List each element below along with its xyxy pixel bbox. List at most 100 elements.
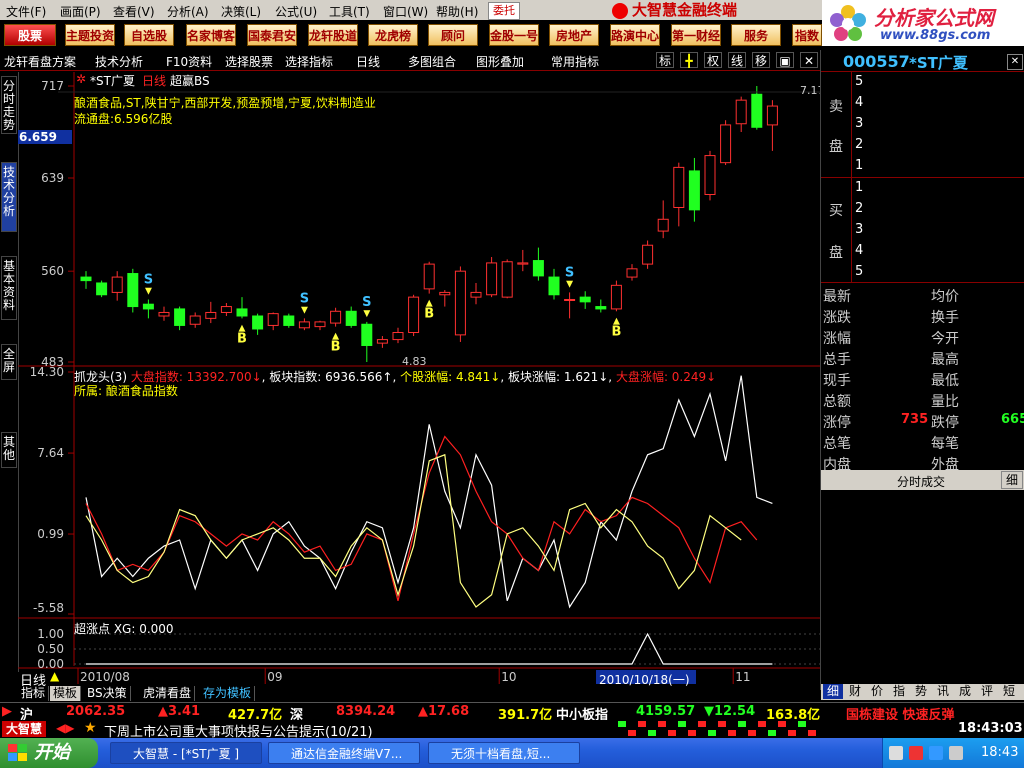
crosshair-icon[interactable]: ╋ (680, 52, 698, 68)
candle-body (408, 296, 420, 334)
stat-label: 涨跌 (823, 310, 851, 326)
buy-level-num: 2 (855, 201, 864, 216)
tab-f10[interactable]: F10资料 (166, 53, 212, 70)
quote-tab[interactable]: 成 (955, 684, 975, 699)
task-dzh[interactable]: 大智慧 - [*ST广夏 ] (110, 742, 262, 764)
vtab-fullscreen[interactable]: 全屏 (1, 344, 17, 380)
tick-trades-header[interactable]: 分时成交 细 (821, 470, 1024, 490)
btab-huqing[interactable]: 虎清看盘 (140, 686, 196, 701)
tb-watchlist[interactable]: 自选股 (124, 24, 174, 46)
menu-view[interactable]: 查看(V) (113, 3, 155, 20)
quote-tab[interactable]: 财 (845, 684, 865, 699)
shield-icon[interactable] (929, 746, 943, 760)
quote-tab[interactable]: 价 (867, 684, 887, 699)
btab-template[interactable]: 模板 (50, 686, 82, 701)
tb-yicai[interactable]: 第一财经 (671, 24, 721, 46)
menu-decision[interactable]: 决策(L) (221, 3, 261, 20)
btab-bs[interactable]: BS决策 (84, 686, 131, 701)
vtab-intraday[interactable]: 分时走势 (1, 76, 17, 134)
tab-daily[interactable]: 日线 (356, 53, 380, 70)
tb-advisor[interactable]: 顾问 (428, 24, 478, 46)
sell-level-num: 1 (855, 158, 864, 173)
menu-screen[interactable]: 画面(P) (60, 3, 101, 20)
weituo-button[interactable]: 委托 (488, 2, 520, 20)
menu-file[interactable]: 文件(F) (6, 3, 46, 20)
btab-save-template[interactable]: 存为模板 (200, 686, 256, 701)
menu-tools[interactable]: 工具(T) (329, 3, 370, 20)
stat-label: 总额 (823, 394, 851, 410)
tb-longxuan[interactable]: 龙轩股道 (308, 24, 358, 46)
btn-mark[interactable]: 标 (656, 52, 674, 68)
tab-scheme[interactable]: 龙轩看盘方案 (4, 53, 76, 70)
sell-label-a: 卖 (829, 99, 843, 115)
btn-line[interactable]: 线 (728, 52, 746, 68)
candle-body (439, 291, 451, 296)
menu-help[interactable]: 帮助(H) (436, 3, 478, 20)
close-icon[interactable]: ✕ (800, 52, 818, 68)
vtab-basic[interactable]: 基本资料 (1, 256, 17, 320)
vtab-other[interactable]: 其他 (1, 432, 17, 468)
tab-multi[interactable]: 多图组合 (408, 53, 456, 70)
quote-tab[interactable]: 讯 (933, 684, 953, 699)
btn-move[interactable]: 移 (752, 52, 770, 68)
speaker-icon[interactable] (949, 746, 963, 760)
quote-tab[interactable]: 细 (823, 684, 843, 699)
tab-tech[interactable]: 技术分析 (95, 53, 143, 70)
news-prev-icon[interactable]: ◀▶ (56, 721, 74, 735)
stat-label: 外盘 (931, 457, 959, 473)
tb-theme[interactable]: 主题投资 (65, 24, 115, 46)
btn-rights[interactable]: 权 (704, 52, 722, 68)
buy-signal-label: B (424, 307, 434, 322)
info-float: 流通盘:6.596亿股 (74, 112, 173, 126)
tb-index[interactable]: 指数 (792, 24, 822, 46)
tick-bar (768, 730, 776, 736)
tab-overlay[interactable]: 图形叠加 (476, 53, 524, 70)
tick-bar (798, 721, 806, 727)
menu-window[interactable]: 窗口(W) (383, 3, 428, 20)
window-icon[interactable]: ▣ (776, 52, 794, 68)
tb-lhb[interactable]: 龙虎榜 (368, 24, 418, 46)
info-concepts: 酿酒食品,ST,陕甘宁,西部开发,预盈预增,宁夏,饮料制造业 (74, 96, 376, 110)
tb-service[interactable]: 服务 (731, 24, 781, 46)
quote-tab[interactable]: 指 (889, 684, 909, 699)
tb-stock[interactable]: 股票 (4, 24, 56, 46)
index-bar: ▶ 沪 2062.35 ▲3.41 427.7亿 深 8394.24 ▲17.6… (0, 702, 1024, 723)
tb-gtja[interactable]: 国泰君安 (247, 24, 297, 46)
task-browser[interactable]: 无须十档看盘,短... (428, 742, 580, 764)
tab-select-stock[interactable]: 选择股票 (225, 53, 273, 70)
tb-blog[interactable]: 名家博客 (186, 24, 236, 46)
period-up-icon[interactable]: ▲ (50, 669, 59, 683)
menu-analysis[interactable]: 分析(A) (167, 3, 209, 20)
task-tdx[interactable]: 通达信金融终端V7... (268, 742, 420, 764)
panel-close-icon[interactable]: ✕ (1007, 54, 1023, 70)
sell-signal-label: S (565, 265, 574, 280)
stat-label: 量比 (931, 394, 959, 410)
sell-level-num: 3 (855, 116, 864, 131)
candle-body (80, 276, 92, 282)
candle-body (314, 321, 326, 328)
candle-body (720, 124, 732, 164)
detail-button[interactable]: 细 (1001, 471, 1023, 489)
app-tray-icon[interactable] (909, 746, 923, 760)
candle-body (205, 311, 217, 319)
chart-area[interactable]: 717 639 560 483 S ▼ S ▼ ▲ B ▲ B S ▼ ▲ B S ▼ ▲ B 14.30 7.64 0… (18, 72, 825, 687)
sub1-sector-change: 板块涨幅: 1.621↓ (508, 370, 609, 384)
tb-realestate[interactable]: 房地产 (549, 24, 599, 46)
quote-tab[interactable]: 评 (977, 684, 997, 699)
quote-tab[interactable]: 短 (999, 684, 1019, 699)
x-month-label: 09 (267, 670, 282, 684)
x-month-label: 11 (735, 670, 750, 684)
tb-roadshow[interactable]: 路演中心 (610, 24, 660, 46)
candle-body (189, 315, 201, 325)
tick-bar (678, 721, 686, 727)
tick-bar (638, 721, 646, 727)
menu-formula[interactable]: 公式(U) (275, 3, 317, 20)
stat-label: 最低 (931, 373, 959, 389)
period-daily[interactable]: 日线 (20, 670, 46, 689)
tab-common-ind[interactable]: 常用指标 (551, 53, 599, 70)
vtab-tech[interactable]: 技术分析 (1, 162, 17, 232)
quote-tab[interactable]: 势 (911, 684, 931, 699)
tb-gold[interactable]: 金股一号 (489, 24, 539, 46)
mail-icon[interactable] (889, 746, 903, 760)
tab-select-indicator[interactable]: 选择指标 (285, 53, 333, 70)
